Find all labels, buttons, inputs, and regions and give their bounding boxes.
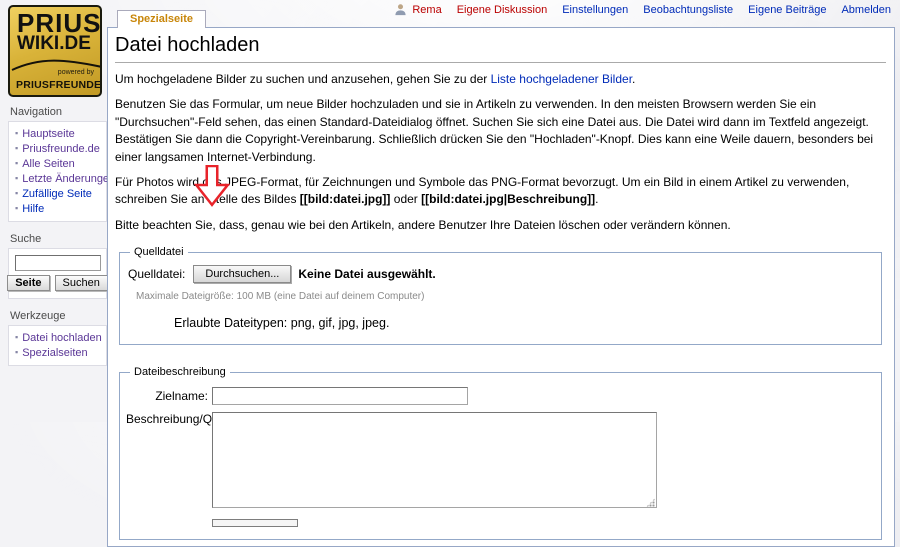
portlet-tools: Werkzeuge Datei hochladen Spezialseiten [8,308,107,366]
tab-label: Spezialseite [130,13,193,25]
list-item: Zufällige Seite [15,186,104,201]
content-area: Datei hochladen Um hochgeladene Bilder z… [107,27,895,547]
browse-button[interactable]: Durchsuchen... [193,265,292,284]
list-item: Spezialseiten [15,345,104,360]
sidebar: Navigation Hauptseite Priusfreunde.de Al… [7,104,115,375]
logo-text-line1: PRIUS [17,8,102,38]
target-filename-label: Zielname: [155,389,208,404]
source-file-label: Quelldatei: [128,267,186,282]
sidebar-item-letzte-aenderungen[interactable]: Letzte Änderungen [22,173,115,185]
sidebar-item-datei-hochladen[interactable]: Datei hochladen [22,332,102,344]
portlet-search: Suche Seite Suchen [7,231,108,299]
intro-paragraph: Um hochgeladene Bilder zu suchen und anz… [115,71,886,88]
max-filesize-note: Maximale Dateigröße: 100 MB (eine Datei … [136,291,425,303]
logo-text-line2: WIKI.DE [17,33,91,54]
format-help-paragraph: Für Photos wird das JPEG-Format, für Zei… [115,174,886,209]
wiki-logo[interactable]: PRIUS WIKI.DE powered by PRIUSFREUNDE.DE [8,5,102,97]
format-text-mid: oder [390,192,422,207]
intro-text-end: . [632,72,636,86]
sidebar-item-spezialseiten[interactable]: Spezialseiten [22,347,87,359]
list-item: Letzte Änderungen [15,171,115,186]
navigation-heading: Navigation [10,106,62,118]
allowed-filetypes-text: Erlaubte Dateitypen: png, gif, jpg, jpeg… [174,316,390,331]
sidebar-item-zufaellige-seite[interactable]: Zufällige Seite [22,188,92,200]
no-file-selected-text: Keine Datei ausgewählt. [298,267,436,282]
list-item: Priusfreunde.de [15,141,104,156]
description-fieldset-legend: Dateibeschreibung [134,366,226,379]
format-text-end: . [595,192,599,207]
sidebar-item-hilfe[interactable]: Hilfe [22,203,44,215]
personal-link-logout[interactable]: Abmelden [841,4,891,16]
tab-spezialseite[interactable]: Spezialseite [117,10,206,28]
tools-heading: Werkzeuge [10,310,66,322]
portlet-navigation: Navigation Hauptseite Priusfreunde.de Al… [8,104,115,222]
sidebar-item-alle-seiten[interactable]: Alle Seiten [22,158,75,170]
description-source-label: Beschreibung/Quelle: [126,412,241,427]
description-textarea[interactable] [212,412,657,509]
sidebar-item-hauptseite[interactable]: Hauptseite [22,128,75,140]
notice-paragraph: Bitte beachten Sie, dass, genau wie bei … [115,217,731,232]
search-fulltext-button[interactable]: Suchen [54,275,108,291]
target-filename-input[interactable] [212,387,468,406]
sidebar-item-priusfreunde[interactable]: Priusfreunde.de [22,143,100,155]
search-heading: Suche [10,233,42,245]
personal-bar: Rema Eigene Diskussion Einstellungen Beo… [394,3,891,16]
uploaded-images-link[interactable]: Liste hochgeladener Bilder [491,72,632,86]
list-item: Hauptseite [15,126,104,141]
personal-link-talk[interactable]: Eigene Diskussion [457,4,548,16]
personal-link-preferences[interactable]: Einstellungen [562,4,628,16]
source-fieldset-legend: Quelldatei [134,246,184,259]
description-fieldset: Dateibeschreibung Zielname: Beschreibung… [119,366,882,541]
search-input[interactable] [14,255,101,271]
personal-link-username[interactable]: Rema [412,4,441,16]
personal-link-watchlist[interactable]: Beobachtungsliste [643,4,733,16]
personal-link-contributions[interactable]: Eigene Beiträge [748,4,826,16]
list-item: Datei hochladen [15,330,104,345]
cropped-next-control [212,519,298,528]
form-help-paragraph: Benutzen Sie das Formular, um neue Bilde… [115,97,874,164]
list-item: Hilfe [15,201,104,216]
logo-brand: PRIUSFREUNDE.DE [16,79,102,91]
search-go-button[interactable]: Seite [7,275,50,291]
bild-syntax-1: [[bild:datei.jpg]] [299,192,391,207]
list-item: Alle Seiten [15,156,104,171]
logo-powered-by: powered by [57,69,94,76]
page-title: Datei hochladen [115,32,886,63]
bild-syntax-2: [[bild:datei.jpg|Beschreibung]] [421,192,596,207]
source-fieldset: Quelldatei Quelldatei: Durchsuchen... Ke… [119,246,882,346]
user-icon [394,3,407,16]
intro-text: Um hochgeladene Bilder zu suchen und anz… [115,72,491,86]
